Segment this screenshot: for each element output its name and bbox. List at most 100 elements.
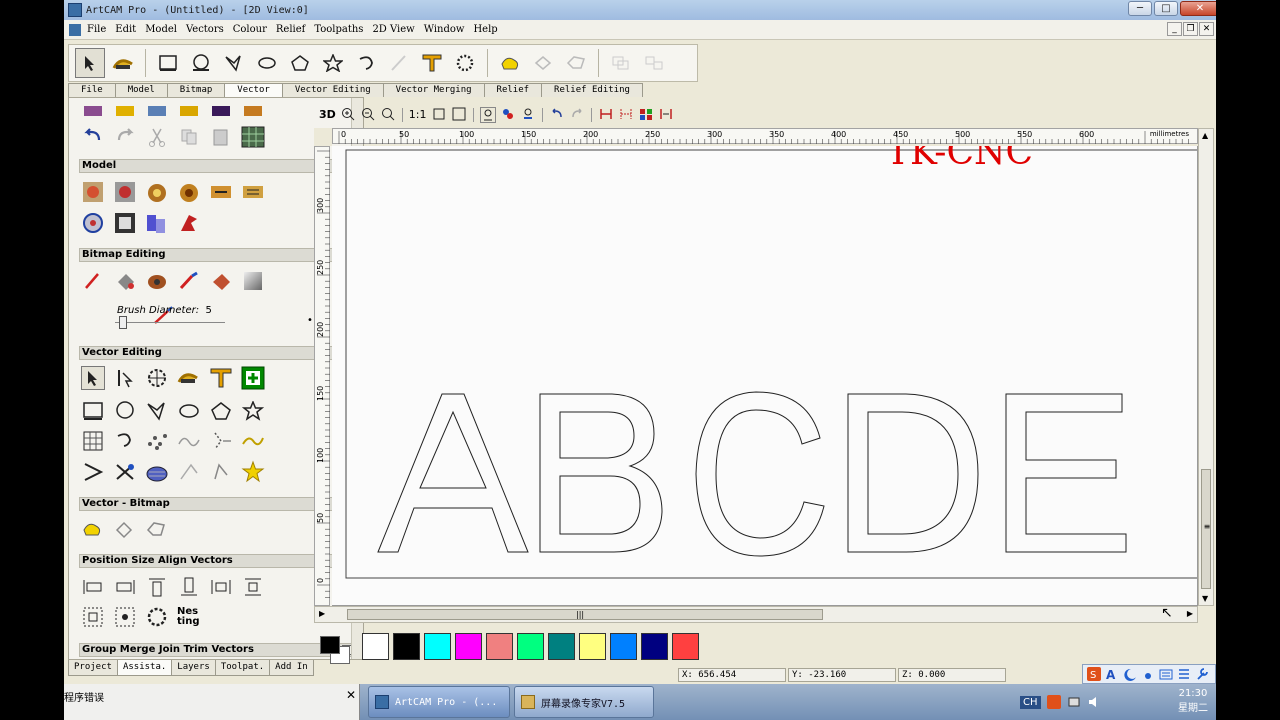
scale-vectors-icon[interactable]: [145, 605, 169, 629]
snap-grid-icon[interactable]: [598, 107, 614, 123]
relief-wizard-icon[interactable]: [177, 211, 201, 235]
vec-polygon-icon[interactable]: [209, 399, 233, 423]
vec-rectangle-icon[interactable]: [81, 399, 105, 423]
menu-help[interactable]: Help: [473, 24, 497, 35]
vector-text-icon[interactable]: [209, 366, 233, 390]
vector-select-button[interactable]: [81, 366, 105, 390]
tab-relief[interactable]: Relief: [483, 83, 543, 97]
color-swatch[interactable]: [362, 632, 389, 660]
taskbar-artcam-button[interactable]: ArtCAM Pro - (...: [368, 686, 510, 718]
relief-gradient-icon[interactable]: [145, 211, 169, 235]
bitmap-to-vector-icon[interactable]: [81, 518, 105, 542]
redo-icon[interactable]: [113, 125, 137, 149]
tab-bitmap[interactable]: Bitmap: [166, 83, 226, 97]
zoom-in-icon[interactable]: [340, 107, 356, 123]
scroll-end-arrow-icon[interactable]: ▶: [1187, 609, 1193, 618]
scroll-down-arrow-icon[interactable]: ▼: [1202, 594, 1208, 603]
design-canvas[interactable]: TK-CNC: [332, 146, 1198, 606]
notification-close-button[interactable]: ✕: [346, 688, 356, 702]
vec-star-burst-icon[interactable]: [241, 460, 265, 484]
arc-tool-button[interactable]: [351, 48, 381, 78]
node-edit-tool-icon[interactable]: [113, 366, 137, 390]
menu-toolpaths[interactable]: Toolpaths: [314, 24, 363, 35]
export-tool-icon[interactable]: [209, 100, 233, 124]
color-swatch[interactable]: [455, 632, 482, 660]
color-layer-icon[interactable]: [500, 107, 516, 123]
vec-grid-icon[interactable]: [81, 429, 105, 453]
keyboard-icon[interactable]: [1159, 667, 1173, 681]
color-swatch[interactable]: [641, 632, 668, 660]
tab-vector-merging[interactable]: Vector Merging: [382, 83, 485, 97]
fit-vector-button[interactable]: [528, 48, 558, 78]
color-swatch[interactable]: [548, 632, 575, 660]
brush-icon[interactable]: [177, 269, 201, 293]
align-top-icon[interactable]: [145, 575, 169, 599]
snap-dotted-icon[interactable]: [618, 107, 634, 123]
layer-toggle-icon[interactable]: [479, 107, 496, 123]
align-center-v-icon[interactable]: [241, 575, 265, 599]
ungroup-disabled-button[interactable]: [639, 48, 669, 78]
color-swatch[interactable]: [610, 632, 637, 660]
polygon-tool-button[interactable]: [285, 48, 315, 78]
transform-tool-icon[interactable]: [145, 366, 169, 390]
vertical-scroll-thumb[interactable]: ≡: [1201, 469, 1211, 589]
gradient-fill-icon[interactable]: [241, 269, 265, 293]
sogou-s-icon[interactable]: S: [1087, 667, 1101, 681]
zoom-out-icon[interactable]: [360, 107, 376, 123]
zoom-box-icon[interactable]: [380, 107, 396, 123]
text-tool-button[interactable]: [417, 48, 447, 78]
color-swatch[interactable]: [672, 632, 699, 660]
fit-view-icon[interactable]: [431, 107, 447, 123]
flood-fill-icon[interactable]: [145, 269, 169, 293]
relief-bear-icon[interactable]: [145, 180, 169, 204]
color-swatch[interactable]: [424, 632, 451, 660]
vec-arc-icon[interactable]: [113, 429, 137, 453]
group-disabled-button[interactable]: [606, 48, 636, 78]
horizontal-scroll-thumb[interactable]: |||: [347, 609, 823, 620]
copy-icon[interactable]: [177, 125, 201, 149]
disabled-curve-button[interactable]: [384, 48, 414, 78]
network-icon[interactable]: [1067, 695, 1081, 709]
open-tool-icon[interactable]: [113, 100, 137, 124]
vec-wave-icon[interactable]: [177, 429, 201, 453]
center-in-page-icon[interactable]: [81, 605, 105, 629]
menu-grid-icon[interactable]: [1177, 667, 1191, 681]
relief-shape-icon[interactable]: [81, 211, 105, 235]
ellipse-tool-button[interactable]: [252, 48, 282, 78]
tab-vector[interactable]: Vector: [224, 83, 283, 98]
mdi-restore-button[interactable]: ❐: [1183, 22, 1198, 36]
scroll-right-arrow-icon[interactable]: ▶: [319, 609, 325, 618]
vec-mirror-icon[interactable]: [209, 460, 233, 484]
mdi-minimize-button[interactable]: _: [1167, 22, 1182, 36]
view-undo-icon[interactable]: [549, 107, 565, 123]
zoom-1-1-button[interactable]: 1:1: [409, 107, 427, 123]
relief-smooth-icon[interactable]: [241, 180, 265, 204]
paste-icon[interactable]: [209, 125, 233, 149]
smooth-node-icon[interactable]: [177, 366, 201, 390]
align-right-icon[interactable]: [113, 575, 137, 599]
select-arrow-button[interactable]: [75, 48, 105, 78]
paint-bucket-icon[interactable]: [113, 269, 137, 293]
undo-icon[interactable]: [81, 125, 105, 149]
system-clock[interactable]: 21:30 星期二: [1178, 686, 1208, 716]
relief-bitmap-icon[interactable]: [113, 180, 137, 204]
merge-tool-icon[interactable]: [177, 100, 201, 124]
bitmap-tool-icon[interactable]: [241, 100, 265, 124]
text-on-curve-button[interactable]: [450, 48, 480, 78]
maximize-button[interactable]: □: [1154, 1, 1178, 16]
align-left-icon[interactable]: [81, 575, 105, 599]
menu-window[interactable]: Window: [424, 24, 465, 35]
vec-spline-icon[interactable]: [241, 429, 265, 453]
menu-colour[interactable]: Colour: [233, 24, 267, 35]
view-all-icon[interactable]: [451, 107, 467, 123]
menu-vectors[interactable]: Vectors: [186, 24, 224, 35]
taskbar-screen-recorder-button[interactable]: 屏幕录像专家V7.5: [514, 686, 654, 718]
nesting-icon[interactable]: Nes ting: [177, 605, 201, 629]
moon-icon[interactable]: [1123, 667, 1137, 681]
tab-vector-editing[interactable]: Vector Editing: [281, 83, 384, 97]
wrench-icon[interactable]: [1195, 667, 1209, 681]
color-swatch[interactable]: [486, 632, 513, 660]
canvas-vertical-scrollbar[interactable]: ▲ ≡ ▼: [1198, 128, 1214, 606]
vec-ellipse-icon[interactable]: [177, 399, 201, 423]
center-vectors-icon[interactable]: [113, 605, 137, 629]
